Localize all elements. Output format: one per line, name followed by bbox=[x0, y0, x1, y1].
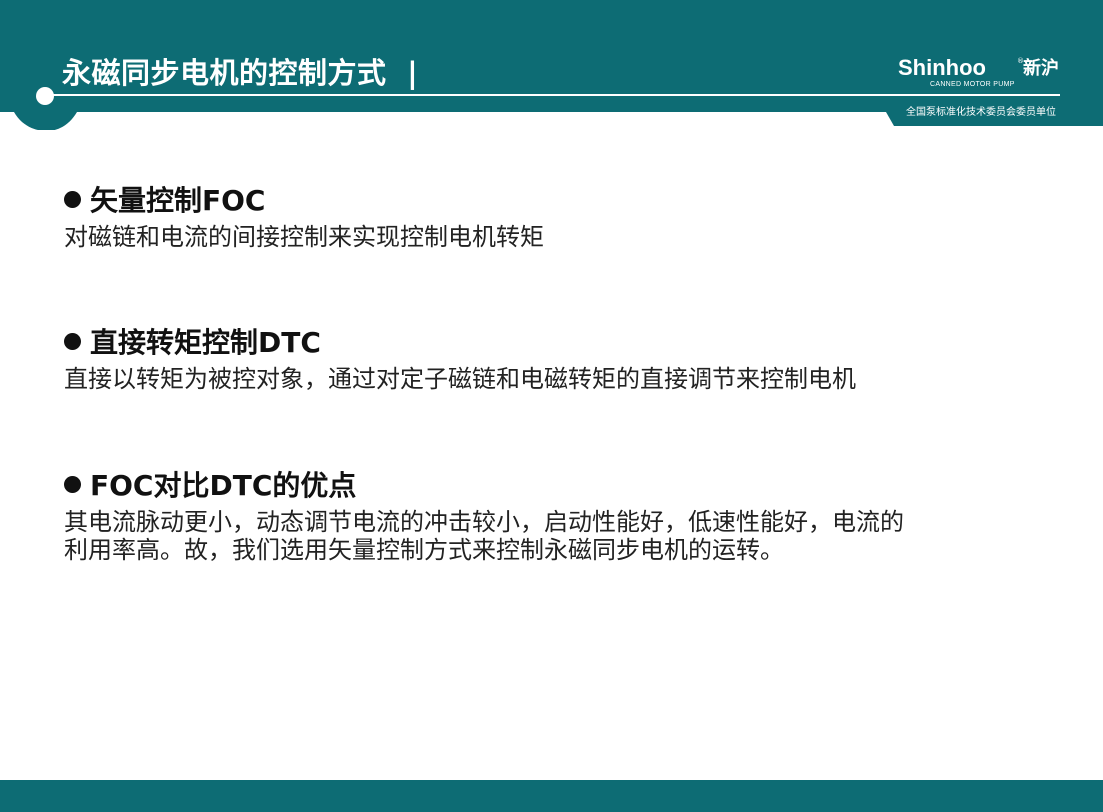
section-heading-text: 矢量控制FOC bbox=[90, 184, 266, 217]
section-advantages: FOC对比DTC的优点 其电流脉动更小，动态调节电流的冲击较小，启动性能好，低速… bbox=[64, 468, 1054, 564]
body-line: 对磁链和电流的间接控制来实现控制电机转矩 bbox=[64, 223, 544, 251]
brand-chinese-name: 新沪 bbox=[1023, 58, 1059, 79]
brand-logo: Shinhoo ® 新沪 CANNED MOTOR PUMP bbox=[898, 56, 1063, 90]
body-line: 利用率高。故，我们选用矢量控制方式来控制永磁同步电机的运转。 bbox=[64, 536, 784, 564]
bullet-icon bbox=[64, 333, 81, 350]
section-dtc: 直接转矩控制DTC 直接以转矩为被控对象，通过对定子磁链和电磁转矩的直接调节来控… bbox=[64, 325, 1054, 393]
committee-membership-text: 全国泵标准化技术委员会委员单位 bbox=[906, 107, 1056, 118]
bullet-icon bbox=[64, 191, 81, 208]
body-line: 其电流脉动更小，动态调节电流的冲击较小，启动性能好，低速性能好，电流的 bbox=[64, 508, 904, 536]
page-title-text: 永磁同步电机的控制方式 bbox=[62, 56, 387, 90]
section-body: 直接以转矩为被控对象，通过对定子磁链和电磁转矩的直接调节来控制电机 bbox=[64, 365, 1054, 393]
section-heading-text: 直接转矩控制DTC bbox=[90, 326, 321, 359]
section-heading-text: FOC对比DTC的优点 bbox=[90, 469, 357, 502]
bullet-icon bbox=[64, 476, 81, 493]
section-heading: 直接转矩控制DTC bbox=[64, 325, 1054, 361]
brand-subtitle: CANNED MOTOR PUMP bbox=[930, 81, 1015, 88]
title-separator: | bbox=[407, 56, 419, 90]
page-title: 永磁同步电机的控制方式 | bbox=[62, 50, 418, 92]
section-foc: 矢量控制FOC 对磁链和电流的间接控制来实现控制电机转矩 bbox=[64, 183, 1054, 251]
body-line: 直接以转矩为被控对象，通过对定子磁链和电磁转矩的直接调节来控制电机 bbox=[64, 365, 856, 393]
section-body: 对磁链和电流的间接控制来实现控制电机转矩 bbox=[64, 223, 1054, 251]
section-heading: FOC对比DTC的优点 bbox=[64, 468, 1054, 504]
section-body: 其电流脉动更小，动态调节电流的冲击较小，启动性能好，低速性能好，电流的 利用率高… bbox=[64, 508, 1054, 564]
brand-name: Shinhoo bbox=[898, 55, 986, 80]
section-heading: 矢量控制FOC bbox=[64, 183, 1054, 219]
footer-bar bbox=[0, 780, 1103, 812]
slide-header: 永磁同步电机的控制方式 | Shinhoo ® 新沪 CANNED MOTOR … bbox=[0, 0, 1103, 130]
